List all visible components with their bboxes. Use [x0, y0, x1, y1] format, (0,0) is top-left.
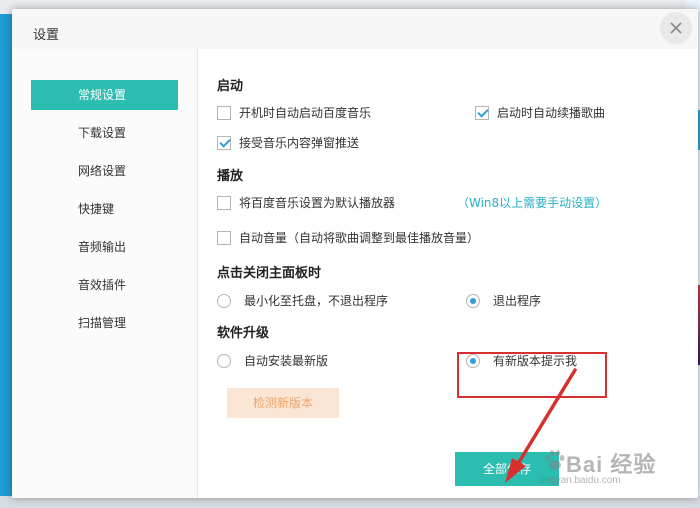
minimize-to-tray-radio[interactable] [217, 294, 231, 308]
resume-playback-label: 启动时自动续播歌曲 [497, 106, 606, 120]
exit-program-label: 退出程序 [493, 294, 542, 308]
option-popup-push[interactable]: 接受音乐内容弹窗推送 [217, 134, 417, 152]
resume-playback-checkbox[interactable] [475, 106, 489, 120]
option-exit-program[interactable]: 退出程序 [466, 292, 586, 310]
annotation-highlight-box [457, 352, 607, 398]
watermark-url: jingyan.baidu.com [540, 475, 621, 486]
section-title-startup: 启动 [217, 79, 244, 94]
sidebar-item-scan-management[interactable]: 扫描管理 [31, 308, 178, 338]
auto-install-label: 自动安装最新版 [244, 354, 329, 368]
sidebar-item-sound-plugins[interactable]: 音效插件 [31, 270, 178, 300]
option-resume-playback[interactable]: 启动时自动续播歌曲 [475, 104, 635, 122]
sidebar-item-audio-output[interactable]: 音频输出 [31, 232, 178, 262]
default-player-checkbox[interactable] [217, 196, 231, 210]
background-left-strip [0, 14, 12, 508]
sidebar-item-download[interactable]: 下载设置 [31, 118, 178, 148]
section-title-close-panel: 点击关闭主面板时 [217, 266, 322, 281]
minimize-to-tray-label: 最小化至托盘，不退出程序 [244, 294, 389, 308]
watermark: Bai 经验 jingyan.baidu.com [540, 445, 690, 493]
dialog-header: 设置 [12, 9, 698, 49]
option-default-player[interactable]: 将百度音乐设置为默认播放器 [217, 194, 417, 212]
sidebar-item-shortcuts[interactable]: 快捷键 [31, 194, 178, 224]
option-auto-start[interactable]: 开机时自动启动百度音乐 [217, 104, 417, 122]
close-button[interactable] [660, 12, 692, 44]
option-auto-install[interactable]: 自动安装最新版 [217, 352, 377, 370]
exit-program-radio[interactable] [466, 294, 480, 308]
sidebar-item-general[interactable]: 常规设置 [31, 80, 178, 110]
dialog-title: 设置 [33, 28, 60, 43]
section-title-upgrade: 软件升级 [217, 326, 270, 341]
default-player-label: 将百度音乐设置为默认播放器 [239, 196, 396, 210]
auto-volume-label: 自动音量（自动将歌曲调整到最佳播放音量） [239, 231, 480, 245]
auto-start-label: 开机时自动启动百度音乐 [239, 106, 372, 120]
option-auto-volume[interactable]: 自动音量（自动将歌曲调整到最佳播放音量） [217, 229, 497, 247]
auto-start-checkbox[interactable] [217, 106, 231, 120]
close-icon [670, 22, 682, 34]
option-minimize-to-tray[interactable]: 最小化至托盘，不退出程序 [217, 292, 417, 310]
auto-install-radio[interactable] [217, 354, 231, 368]
settings-dialog: 设置 常规设置 下载设置 网络设置 快捷键 音频输出 音效插件 扫描管理 启动 … [12, 9, 698, 498]
popup-push-label: 接受音乐内容弹窗推送 [239, 136, 360, 150]
popup-push-checkbox[interactable] [217, 136, 231, 150]
section-title-playback: 播放 [217, 169, 244, 184]
sidebar-item-network[interactable]: 网络设置 [31, 156, 178, 186]
settings-content: 启动 开机时自动启动百度音乐 启动时自动续播歌曲 接受音乐内容弹窗推送 播放 将… [199, 49, 698, 498]
paw-icon [545, 450, 565, 470]
auto-volume-checkbox[interactable] [217, 231, 231, 245]
check-new-version-button[interactable]: 检测新版本 [227, 388, 339, 418]
settings-sidebar: 常规设置 下载设置 网络设置 快捷键 音频输出 音效插件 扫描管理 [12, 49, 198, 498]
default-player-hint: （Win8以上需要手动设置） [457, 196, 608, 210]
